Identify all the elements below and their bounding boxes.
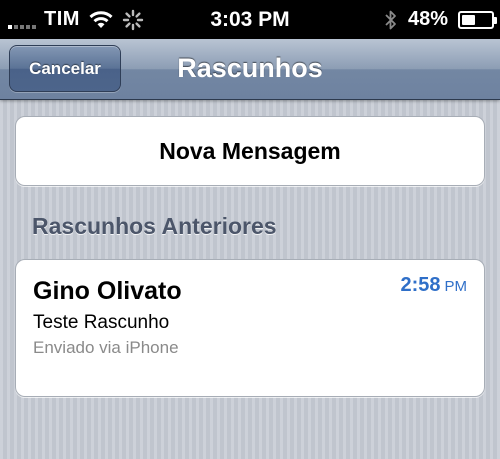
battery-icon bbox=[458, 10, 497, 29]
bluetooth-icon bbox=[384, 9, 398, 31]
new-message-button[interactable]: Nova Mensagem bbox=[15, 116, 485, 186]
draft-sender: Gino Olivato bbox=[33, 277, 182, 305]
draft-subject: Teste Rascunho bbox=[33, 312, 170, 333]
draft-time-value: 2:58 bbox=[400, 274, 441, 296]
cancel-button[interactable]: Cancelar bbox=[9, 45, 121, 92]
battery-percent: 48% bbox=[407, 8, 448, 30]
status-right: 48% bbox=[384, 0, 497, 39]
battery-fill bbox=[462, 14, 476, 25]
draft-timestamp: 2:58 PM bbox=[400, 274, 467, 297]
draft-preview: Enviado via iPhone bbox=[33, 338, 179, 357]
status-bar: TIM 3:03 PM 48% bbox=[0, 0, 500, 39]
section-header-previous-drafts: Rascunhos Anteriores bbox=[32, 213, 277, 239]
draft-time-ampm: PM bbox=[444, 278, 468, 295]
navigation-bar: Rascunhos Cancelar bbox=[0, 39, 500, 100]
draft-item[interactable]: Gino Olivato 2:58 PM Teste Rascunho Envia… bbox=[15, 259, 485, 397]
